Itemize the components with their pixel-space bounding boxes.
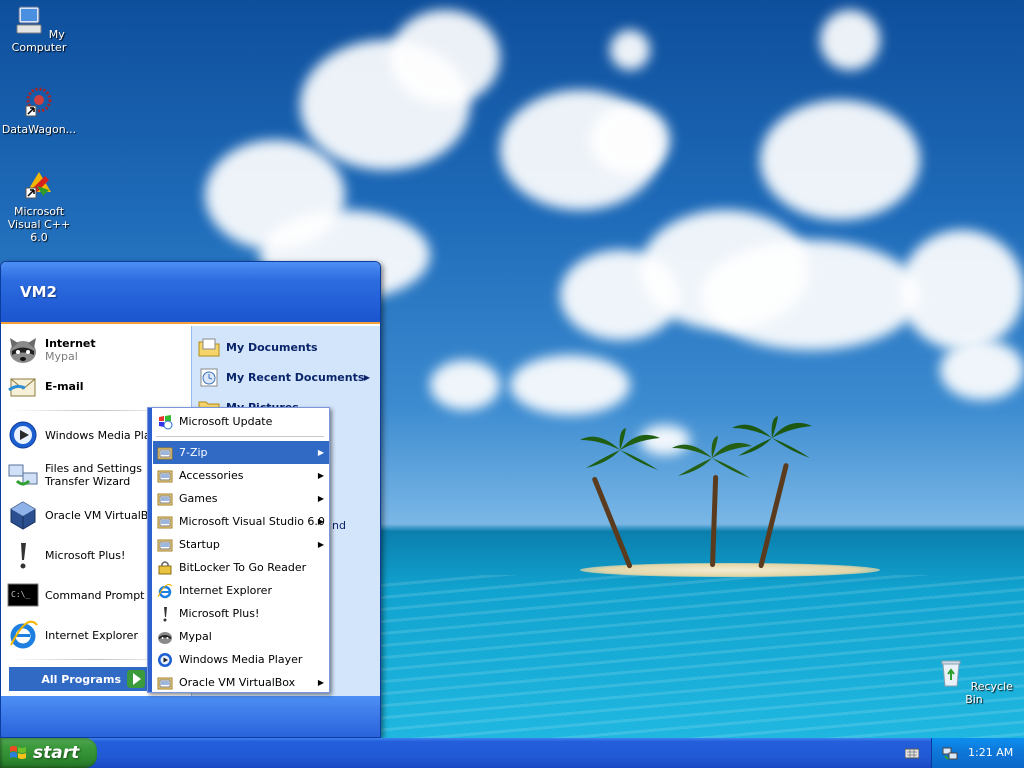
start-button-label: start	[33, 743, 80, 763]
desktop-icon-label: Microsoft Visual C++ 6.0	[7, 205, 71, 244]
menu-item-label: 7-Zip	[179, 446, 208, 459]
menu-item-label: Microsoft Visual Studio 6.0	[179, 515, 325, 528]
start-button[interactable]: start	[0, 738, 97, 768]
menu-item-microsoft-update[interactable]: Microsoft Update	[153, 410, 329, 433]
desktop-icon-label: Recycle Bin	[965, 680, 1013, 706]
my-documents-icon	[198, 338, 220, 357]
submenu-arrow-icon: ▶	[317, 517, 324, 526]
desktop-icon-my-computer[interactable]: My Computer	[0, 4, 79, 54]
pinned-email[interactable]: E-mail	[7, 368, 187, 404]
internet-explorer-icon	[157, 583, 173, 598]
desktop-icon-datawagon[interactable]: DataWagon...	[0, 86, 79, 136]
visual-cpp-icon	[25, 172, 51, 199]
pinned-internet-subtitle: Mypal	[45, 350, 78, 363]
desktop-icon-recycle-bin[interactable]: Recycle Bin	[934, 656, 1014, 706]
menu-item-internet-explorer[interactable]: Internet Explorer	[153, 579, 329, 602]
email-icon	[8, 378, 36, 397]
place-my-recent-documents[interactable]: My Recent Documents ▶	[198, 364, 378, 390]
microsoft-plus-icon	[20, 543, 26, 569]
menu-item-label: Windows Media Player	[179, 653, 303, 666]
place-label-fragment: nd	[332, 519, 346, 532]
menu-item-label: Mypal	[179, 630, 212, 643]
submenu-arrow-icon: ▶	[317, 678, 324, 687]
green-arrow-icon	[127, 670, 145, 688]
submenu-arrow-icon: ▶	[363, 372, 370, 382]
mypal-raccoon-icon	[10, 338, 36, 363]
submenu-arrow-icon: ▶	[317, 471, 324, 480]
my-computer-icon	[16, 6, 42, 34]
recent-item-label: Microsoft Plus!	[45, 548, 126, 562]
menu-item-accessories[interactable]: Accessories ▶	[153, 464, 329, 487]
menu-item-mypal[interactable]: Mypal	[153, 625, 329, 648]
place-label: My Recent Documents	[226, 370, 365, 384]
menu-item-label: Oracle VM VirtualBox	[179, 676, 296, 689]
menu-item-label: Accessories	[179, 469, 244, 482]
submenu-arrow-icon: ▶	[317, 494, 324, 503]
desktop-icon-label: DataWagon...	[1, 123, 77, 136]
pinned-internet-title: Internet	[45, 337, 96, 350]
menu-item-visual-studio[interactable]: Microsoft Visual Studio 6.0 ▶	[153, 510, 329, 533]
all-programs-label: All Programs	[41, 672, 121, 686]
virtualbox-icon	[10, 501, 36, 530]
menu-side-band	[148, 408, 152, 692]
menu-item-windows-media-player[interactable]: Windows Media Player	[153, 648, 329, 671]
island-sand	[580, 563, 880, 577]
internet-explorer-icon	[10, 620, 38, 649]
network-tray-icon[interactable]	[942, 745, 958, 761]
menu-item-oracle-vm-virtualbox[interactable]: Oracle VM VirtualBox ▶	[153, 671, 329, 694]
recent-documents-icon	[200, 368, 218, 387]
all-programs-menu: Microsoft Update 7-Zip ▶ Accessories ▶ G…	[147, 407, 330, 693]
menu-item-label: Startup	[179, 538, 220, 551]
all-programs-button[interactable]: All Programs	[9, 667, 149, 691]
sea-reflection	[380, 575, 1024, 738]
datawagon-icon	[25, 87, 52, 117]
transfer-wizard-icon	[8, 464, 38, 486]
menu-item-label: Games	[179, 492, 218, 505]
place-my-documents[interactable]: My Documents	[198, 334, 378, 360]
menu-divider	[156, 436, 324, 437]
bitlocker-icon	[158, 560, 172, 574]
place-label: My Documents	[226, 340, 318, 354]
program-folder-icon	[157, 447, 173, 459]
start-menu-user-name: VM2	[1, 262, 380, 324]
recent-item-label: Oracle VM VirtualBox	[45, 508, 162, 522]
program-folder-icon	[157, 470, 173, 482]
menu-item-microsoft-plus[interactable]: Microsoft Plus!	[153, 602, 329, 625]
svg-text:C:\_: C:\_	[11, 590, 30, 599]
windows-update-icon	[159, 414, 173, 429]
program-folder-icon	[157, 539, 173, 551]
recent-item-label: Command Prompt	[45, 588, 145, 602]
microsoft-plus-icon	[163, 606, 167, 621]
recent-item-label: Internet Explorer	[45, 628, 138, 642]
taskbar: start 1:21 AM	[0, 738, 1024, 768]
menu-item-games[interactable]: Games ▶	[153, 487, 329, 510]
taskbar-clock[interactable]: 1:21 AM	[968, 746, 1013, 759]
start-menu-footer	[1, 696, 380, 737]
recycle-bin-icon	[941, 660, 961, 687]
submenu-arrow-icon: ▶	[317, 540, 324, 549]
menu-item-label: Microsoft Plus!	[179, 607, 260, 620]
desktop-icon-visual-cpp[interactable]: Microsoft Visual C++ 6.0	[0, 168, 79, 244]
pinned-email-title: E-mail	[45, 379, 84, 393]
command-prompt-icon: C:\_	[7, 583, 39, 607]
keyboard-icon[interactable]	[905, 746, 919, 760]
windows-flag-icon	[10, 746, 26, 759]
program-folder-icon	[157, 493, 173, 505]
menu-item-label: Internet Explorer	[179, 584, 272, 597]
media-player-icon	[9, 421, 37, 449]
menu-item-label: Microsoft Update	[179, 415, 273, 428]
submenu-arrow-icon: ▶	[317, 448, 324, 457]
program-folder-icon	[157, 516, 173, 528]
menu-item-7-zip[interactable]: 7-Zip ▶	[153, 441, 329, 464]
media-player-icon	[158, 652, 172, 667]
menu-item-label: BitLocker To Go Reader	[179, 561, 307, 574]
program-folder-icon	[157, 677, 173, 689]
pinned-internet[interactable]: Internet Mypal	[7, 332, 187, 368]
menu-item-bitlocker[interactable]: BitLocker To Go Reader	[153, 556, 329, 579]
mypal-raccoon-icon	[158, 631, 172, 644]
menu-item-startup[interactable]: Startup ▶	[153, 533, 329, 556]
